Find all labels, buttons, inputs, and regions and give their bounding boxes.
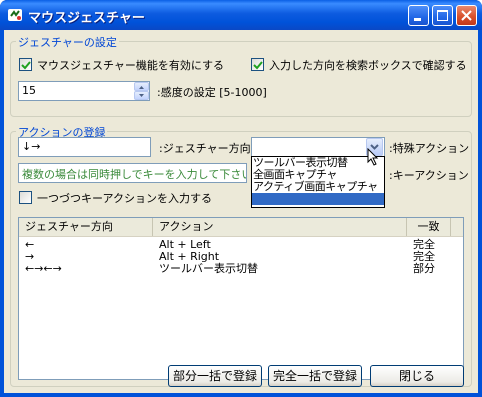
table-header: ジェスチャー方向 アクション 一致 (19, 218, 463, 237)
dropdown-option-selected[interactable] (252, 193, 384, 205)
checkmark-icon (253, 61, 263, 70)
spin-up-button[interactable] (134, 82, 149, 91)
maximize-icon (437, 10, 448, 21)
special-action-label: :特殊アクション (389, 142, 470, 155)
enable-gesture-checkbox[interactable] (19, 58, 32, 71)
special-action-dropdown-list: ツールバー表示切替 全画面キャプチャ アクティブ画面キャプチャ (251, 156, 385, 208)
table-row[interactable]: ← Alt + Left 完全 (19, 239, 463, 251)
close-window-button[interactable] (456, 5, 477, 26)
gesture-list-table[interactable]: ジェスチャー方向 アクション 一致 ← Alt + Left 完全 → Alt … (18, 217, 464, 380)
special-action-combo[interactable] (251, 137, 385, 157)
table-row[interactable]: ←→←→ ツールバー表示切替 部分 (19, 263, 463, 275)
window-frame-bottom (0, 393, 482, 397)
spin-down-button[interactable] (134, 91, 149, 100)
enable-gesture-label[interactable]: マウスジェスチャー機能を有効にする (37, 57, 224, 73)
column-header-direction[interactable]: ジェスチャー方向 (19, 218, 153, 236)
cell-action: ツールバー表示切替 (159, 262, 258, 275)
column-header-action[interactable]: アクション (153, 218, 407, 236)
sensitivity-label: :感度の設定 [5-1000] (157, 86, 267, 99)
one-by-one-checkbox[interactable] (19, 191, 32, 204)
gesture-settings-group (10, 41, 472, 117)
close-icon (461, 10, 472, 21)
register-full-button[interactable]: 完全一括で登録 (268, 365, 362, 387)
close-button[interactable]: 閉じる (370, 365, 464, 387)
app-icon (8, 9, 22, 21)
window-frame-right (478, 30, 482, 397)
cell-match: 部分 (413, 262, 435, 275)
column-header-filler (451, 218, 463, 236)
key-action-label: :キーアクション (389, 169, 469, 182)
arrow-down-icon (139, 94, 144, 97)
title-bar[interactable]: マウスジェスチャー (0, 0, 482, 30)
sensitivity-input[interactable]: 15 (18, 81, 150, 101)
checkmark-icon (21, 61, 31, 70)
window-title: マウスジェスチャー (28, 11, 145, 26)
dropdown-option[interactable]: アクティブ画面キャプチャ (252, 181, 384, 193)
gesture-dialog: マウスジェスチャー ジェスチャーの設定 マウスジェスチャー機能を有効にする 入力… (0, 0, 482, 397)
key-action-input[interactable]: 複数の場合は同時押しでキーを入力して下さい (18, 163, 247, 183)
gesture-settings-title: ジェスチャーの設定 (16, 34, 119, 50)
column-header-match[interactable]: 一致 (407, 218, 451, 236)
mouse-cursor-icon (367, 148, 379, 166)
register-partial-button[interactable]: 部分一括で登録 (168, 365, 262, 387)
one-by-one-label[interactable]: 一つづつキーアクションを入力する (37, 190, 212, 206)
confirm-direction-label[interactable]: 入力した方向を検索ボックスで確認する (269, 57, 467, 73)
minimize-button[interactable] (408, 5, 429, 26)
minimize-icon (414, 18, 421, 21)
arrow-up-icon (139, 86, 144, 89)
gesture-direction-input[interactable]: ↓→ (18, 137, 151, 157)
sensitivity-spinner[interactable] (134, 82, 149, 100)
confirm-direction-checkbox[interactable] (251, 58, 264, 71)
gesture-direction-label: :ジェスチャー方向 (159, 142, 251, 155)
maximize-button[interactable] (432, 5, 453, 26)
dialog-client-area: ジェスチャーの設定 マウスジェスチャー機能を有効にする 入力した方向を検索ボック… (4, 30, 478, 393)
cell-direction: ←→←→ (25, 262, 62, 275)
